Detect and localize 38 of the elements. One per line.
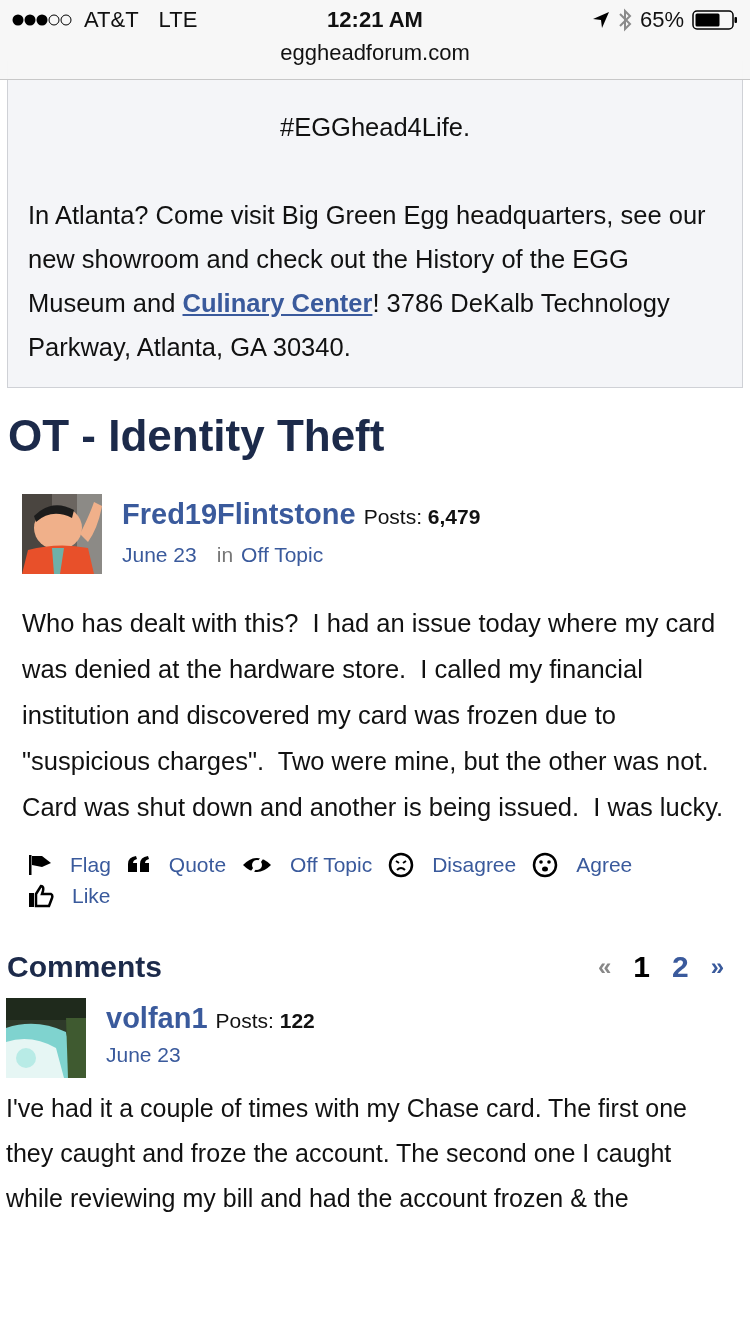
flag-icon [28,854,52,876]
bluetooth-icon [617,8,632,32]
comments-heading: Comments [7,950,163,984]
like-reaction-link[interactable]: Like [28,884,111,908]
announcement-text: In Atlanta? Come visit Big Green Egg headquarters, see our new showroom and check out the History of the EGG Museum and Culinary Center! 3786 DeKalb Technology Parkway, Atlanta, GA 30340. [28,200,707,363]
agree-reaction-link[interactable]: Agree [532,852,633,878]
page-number-link[interactable]: 1 [633,950,650,984]
flag-reaction-link[interactable]: Flag [28,852,111,878]
post-count: Posts: 122 [215,1009,315,1033]
clock-time: 12:21 AM [327,7,423,33]
carrier-label: AT&T [84,7,139,33]
network-label: LTE [158,7,198,33]
location-arrow-icon [591,11,610,29]
author-link[interactable]: volfan1 [106,1002,208,1035]
author-link[interactable]: Fred19Flintstone [122,498,356,531]
smile-face-icon [532,852,559,878]
quote-icon [126,856,151,874]
comment-body: I've had it a couple of times with my Chase card. The first one they caught and froze the account. The second one I caught while reviewing my bill and had the account frozen & the [6,1093,689,1214]
offtopic-reaction-link[interactable]: Off Topic [242,852,373,878]
battery-icon [692,10,738,30]
quote-reaction-link[interactable]: Quote [126,852,227,878]
address-bar-url[interactable]: eggheadforum.com [245,40,505,66]
page-number-link[interactable]: 2 [671,950,689,984]
category-link[interactable]: Off Topic [241,543,324,567]
post-title: OT - Identity Theft [8,410,386,462]
post-count: Posts: 6,479 [363,505,481,529]
comment-date-link[interactable]: June 23 [106,1043,181,1067]
category-prefix: in [216,543,234,567]
culinary-center-link[interactable]: Culinary Center [182,289,373,317]
announcement-line: #EGGhead4Life. [279,112,471,143]
thumbs-up-icon [28,884,54,908]
previous-page-link[interactable]: « [597,953,612,981]
post-body: Who has dealt with this? I had an issue today where my card was denied at the hardware store. I called my financial institution and discovered my card was frozen due to "suspicious charges". Two were mine, but the other was not. Card was shut down and another is being issued. I was lucky. [22,608,725,823]
next-page-link[interactable]: » [710,953,724,981]
disagree-reaction-link[interactable]: Disagree [388,852,517,878]
frown-face-icon [388,852,415,878]
battery-percent: 65% [639,7,684,33]
post-date-link[interactable]: June 23 [122,543,197,567]
